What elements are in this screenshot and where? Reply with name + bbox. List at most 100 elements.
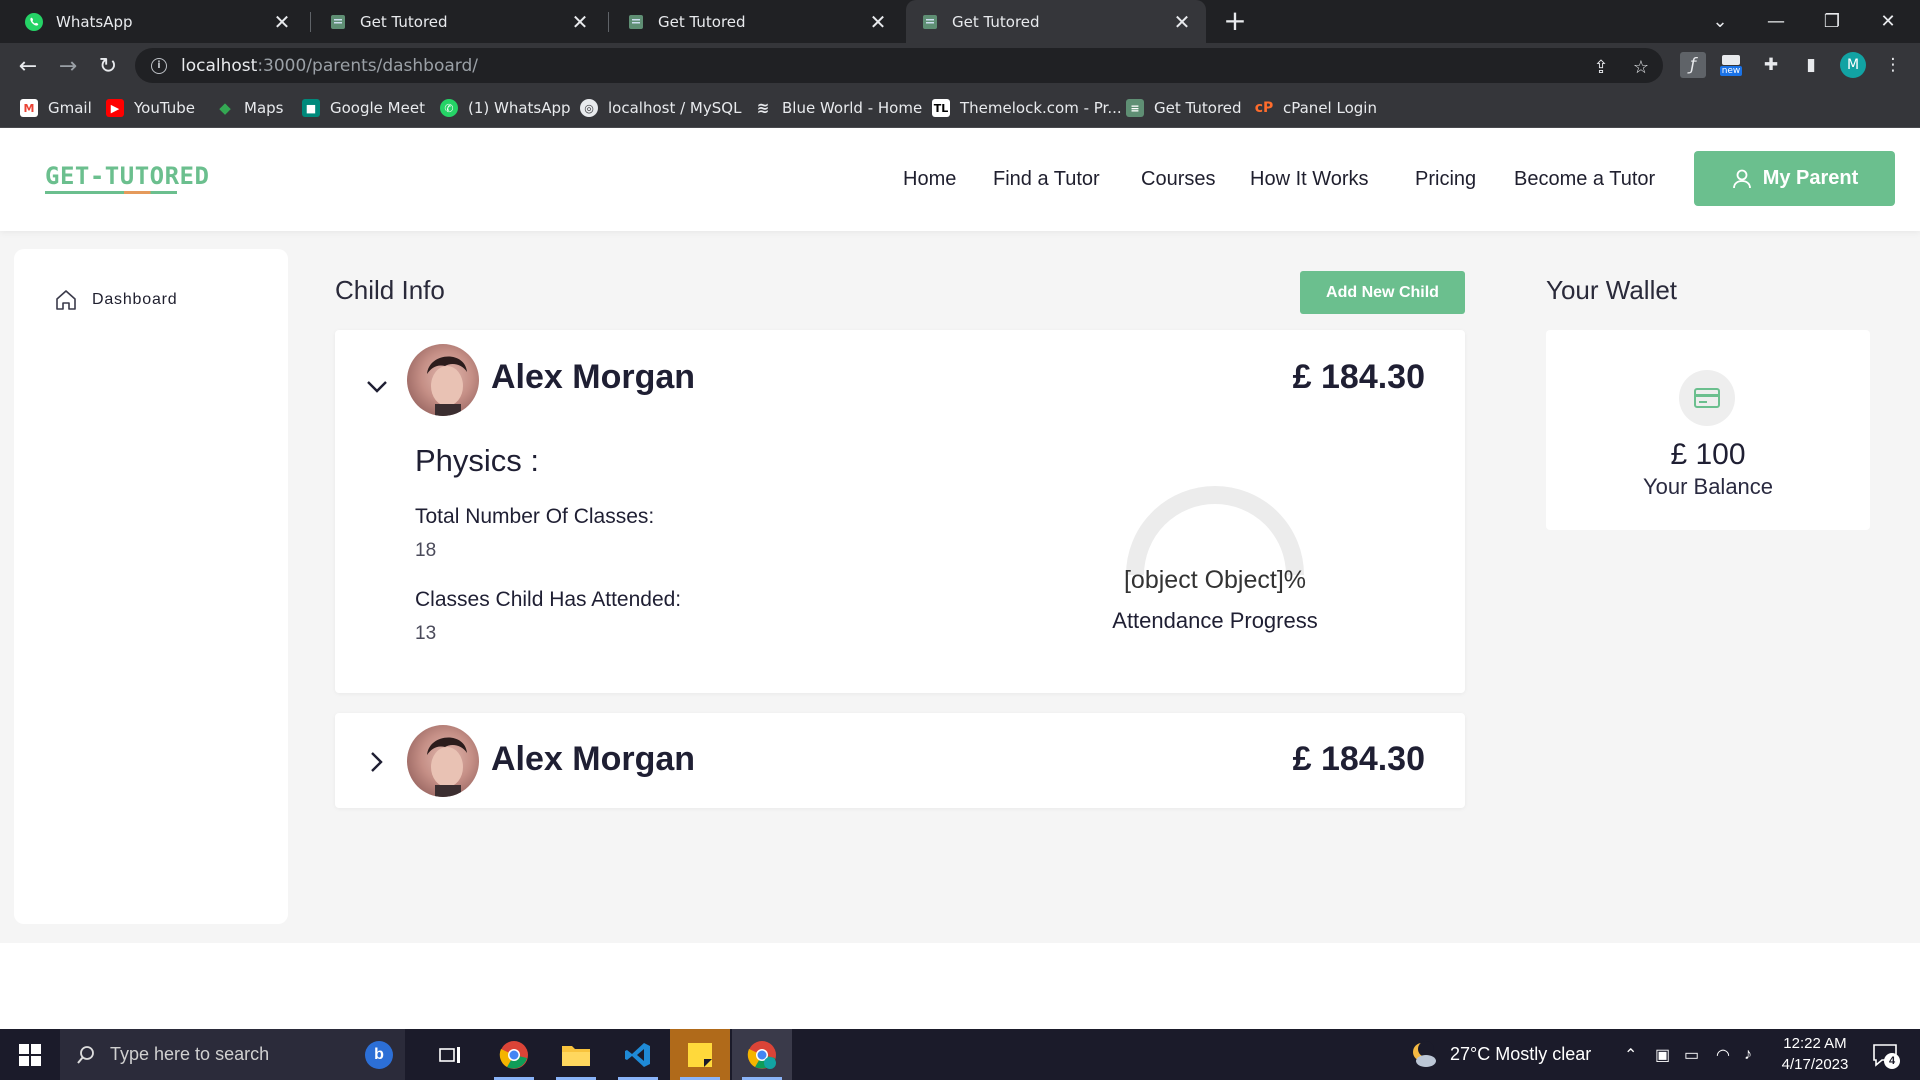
chrome-icon[interactable] [484,1029,544,1080]
cpanel-icon: cP [1254,100,1274,116]
sticky-notes-icon[interactable] [670,1029,730,1080]
tab-title: Get Tutored [658,12,746,31]
bookmark-blue-world[interactable]: ≋ Blue World - Home [754,88,923,128]
close-icon[interactable]: ✕ [272,10,292,34]
bookmark-youtube[interactable]: ▶ YouTube [106,88,195,128]
extension-new-icon[interactable]: new [1718,52,1744,78]
attendance-gauge-caption: Attendance Progress [1112,608,1318,633]
credit-card-icon [1679,370,1735,426]
taskbar-search-box[interactable]: Type here to search b [60,1029,405,1080]
bookmark-localhost-mysql[interactable]: ◎ localhost / MySQL [580,88,741,128]
bookmarks-bar: M Gmail ▶ YouTube ◆ Maps ■ Google Meet ✆ (1) … [0,88,1920,128]
tab-divider [310,12,311,32]
close-icon[interactable]: ✕ [570,10,590,34]
page-footer-area [0,943,1920,1029]
reload-button[interactable]: ↻ [92,50,124,82]
bookmark-whatsapp[interactable]: ✆ (1) WhatsApp [440,88,571,128]
share-icon[interactable]: ⇪ [1590,56,1612,78]
minimize-button[interactable]: — [1748,0,1804,43]
site-header: GET-TUTORED Home Find a Tutor Courses Ho… [0,128,1920,231]
tab-whatsapp[interactable]: WhatsApp ✕ [10,0,306,43]
wallet-card: £ 100 Your Balance [1546,330,1870,530]
whatsapp-icon [24,12,44,32]
gmail-icon: M [20,99,38,117]
taskbar-clock[interactable]: 12:22 AM 4/17/2023 [1770,1033,1860,1075]
notification-count-badge: 4 [1884,1053,1900,1069]
bookmark-google-meet[interactable]: ■ Google Meet [302,88,425,128]
forward-button[interactable]: → [52,50,84,82]
wallet-balance-amount: £ 100 [1670,438,1746,471]
bookmark-star-icon[interactable]: ☆ [1630,56,1652,78]
url-text: localhost:3000/parents/dashboard/ [181,55,478,76]
chevron-right-icon[interactable] [365,750,389,774]
nav-find-a-tutor[interactable]: Find a Tutor [993,168,1100,191]
tray-chevron-icon[interactable]: ⌃ [1624,1029,1637,1080]
close-window-button[interactable]: ✕ [1860,0,1916,43]
formula-extension-icon[interactable]: ƒ [1680,52,1706,78]
site-info-icon[interactable]: i [151,57,167,74]
tab-get-tutored-1[interactable]: Get Tutored ✕ [314,0,604,43]
subject-heading: Physics : [415,443,540,478]
tab-search-icon[interactable]: ⌄ [1692,0,1748,43]
page-icon [920,12,940,32]
child-card-header[interactable]: Alex Morgan £ 184.30 [335,330,1465,430]
weather-widget[interactable]: 27°C Mostly clear [1410,1029,1591,1080]
add-new-child-button[interactable]: Add New Child [1300,271,1465,314]
tab-get-tutored-active[interactable]: Get Tutored ✕ [906,0,1206,43]
my-parent-button[interactable]: My Parent [1694,151,1895,206]
tab-title: WhatsApp [56,12,133,31]
notifications-icon[interactable]: 4 [1872,1029,1900,1080]
task-view-icon[interactable] [420,1029,480,1080]
file-explorer-icon[interactable] [546,1029,606,1080]
nav-how-it-works[interactable]: How It Works [1250,168,1369,191]
bing-icon[interactable]: b [365,1041,393,1069]
user-icon [1732,169,1751,188]
wifi-icon[interactable]: ◠ [1716,1029,1730,1080]
child-amount: £ 184.30 [1292,740,1425,778]
bookmark-cpanel[interactable]: cP cPanel Login [1255,88,1377,128]
bookmark-maps[interactable]: ◆ Maps [216,88,283,128]
start-button[interactable] [0,1029,60,1080]
nav-become-a-tutor[interactable]: Become a Tutor [1514,168,1655,191]
side-panel-icon[interactable]: ▮ [1798,52,1824,78]
nav-courses[interactable]: Courses [1141,168,1215,191]
bookmark-get-tutored[interactable]: ≡ Get Tutored [1126,88,1242,128]
vscode-icon[interactable] [608,1029,668,1080]
attendance-gauge [1126,486,1304,576]
youtube-icon: ▶ [106,99,124,117]
child-info-title: Child Info [335,275,445,305]
moon-cloud-icon [1413,1040,1436,1067]
back-button[interactable]: ← [12,50,44,82]
nav-pricing[interactable]: Pricing [1415,168,1476,191]
themelock-icon: TL [932,99,950,117]
chrome-profile-icon[interactable] [732,1029,792,1080]
whatsapp-icon: ✆ [440,99,458,117]
volume-icon[interactable]: ♪ [1744,1029,1752,1080]
restore-button[interactable]: ❐ [1804,0,1860,43]
child-card-expanded: Alex Morgan £ 184.30 Physics : Total Num… [335,330,1465,693]
bookmark-gmail[interactable]: M Gmail [20,88,92,128]
meet-now-icon[interactable]: ▣ [1655,1029,1670,1080]
bookmark-themelock[interactable]: TL Themelock.com - Pr... [932,88,1122,128]
menu-kebab-icon[interactable]: ⋮ [1880,52,1906,78]
nav-home[interactable]: Home [903,168,956,191]
tab-get-tutored-2[interactable]: Get Tutored ✕ [612,0,902,43]
tab-title: Get Tutored [952,12,1040,31]
page-icon: ≡ [1126,99,1144,117]
profile-avatar[interactable]: M [1840,52,1866,78]
globe-icon: ◎ [580,99,598,117]
close-icon[interactable]: ✕ [868,10,888,34]
maps-icon: ◆ [219,99,231,117]
address-bar[interactable]: i localhost:3000/parents/dashboard/ ⇪ ☆ [135,48,1663,83]
new-tab-button[interactable]: + [1220,6,1250,36]
tab-title: Get Tutored [360,12,448,31]
battery-icon[interactable]: ▭ [1684,1029,1699,1080]
total-classes-value: 18 [415,540,437,561]
close-icon[interactable]: ✕ [1172,10,1192,34]
dashboard-sidebar: Dashboard [14,249,288,924]
child-card-collapsed[interactable]: Alex Morgan £ 184.30 [335,713,1465,808]
extensions-puzzle-icon[interactable]: ✚ [1758,52,1784,78]
site-logo[interactable]: GET-TUTORED [45,162,209,194]
sidebar-item-dashboard[interactable]: Dashboard [54,288,177,312]
chevron-down-icon[interactable] [365,375,389,399]
